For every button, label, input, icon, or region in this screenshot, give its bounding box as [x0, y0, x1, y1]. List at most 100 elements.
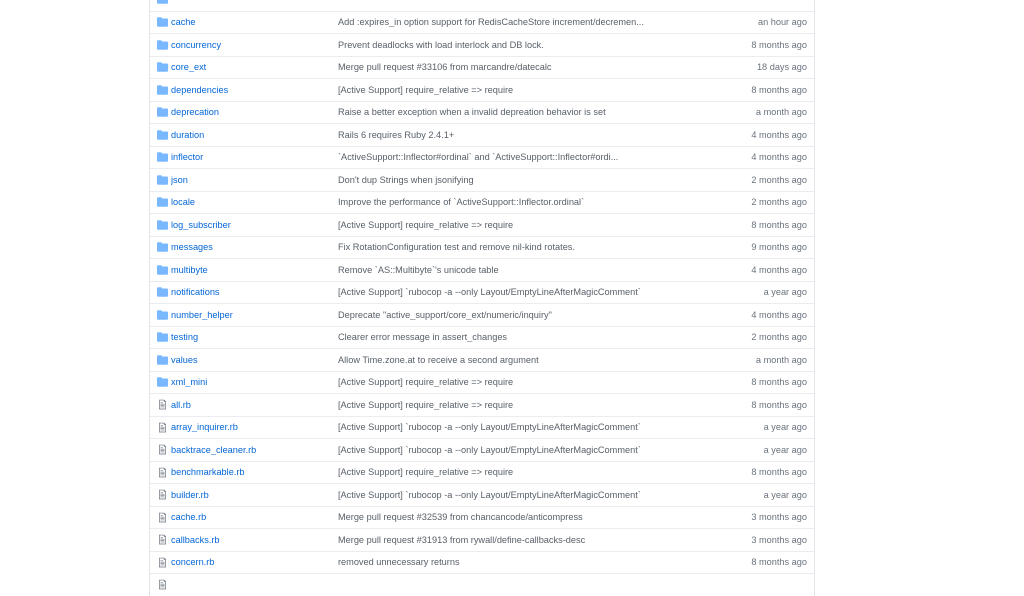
folder-icon — [157, 174, 168, 185]
entry-name-link[interactable]: locale — [171, 197, 338, 207]
entry-name-link[interactable]: inflector — [171, 152, 338, 162]
commit-age: 9 months ago — [751, 242, 807, 253]
file-icon — [157, 557, 168, 568]
commit-message-link[interactable]: `ActiveSupport::Inflector#ordinal` and `… — [338, 152, 728, 162]
commit-message-link[interactable]: Add :expires_in option support for Redis… — [338, 17, 728, 27]
entry-name-link[interactable]: callbacks.rb — [171, 535, 338, 545]
directory-row[interactable]: number_helper Deprecate "active_support/c… — [150, 303, 814, 326]
file-icon — [157, 579, 168, 590]
directory-row[interactable]: values Allow Time.zone.at to receive a se… — [150, 348, 814, 371]
directory-row[interactable]: concurrency Prevent deadlocks with load i… — [150, 33, 814, 56]
commit-message-link[interactable]: Prevent deadlocks with load interlock an… — [338, 40, 728, 50]
file-icon — [157, 512, 168, 523]
entry-name-link[interactable]: backtrace_cleaner.rb — [171, 445, 338, 455]
directory-row[interactable]: core_ext Merge pull request #33106 from m… — [150, 55, 814, 79]
commit-message-link[interactable]: Deprecate "active_support/core_ext/numer… — [338, 310, 728, 320]
entry-name-link[interactable]: json — [171, 175, 338, 185]
directory-row[interactable]: locale Improve the performance of `Active… — [150, 190, 814, 214]
directory-row[interactable] — [150, 0, 814, 11]
directory-row[interactable]: inflector `ActiveSupport::Inflector#ordin… — [150, 145, 814, 169]
file-row[interactable]: all.rb [Active Support] require_relative … — [150, 393, 814, 416]
file-row[interactable]: backtrace_cleaner.rb [Active Support] `ru… — [150, 438, 814, 461]
folder-icon — [157, 84, 168, 95]
directory-row[interactable]: testing Clearer error message in assert_c… — [150, 325, 814, 349]
file-row[interactable]: callbacks.rb Merge pull request #31913 fr… — [150, 528, 814, 551]
commit-age: a month ago — [755, 107, 807, 118]
directory-row[interactable]: messages Fix RotationConfiguration test a… — [150, 235, 814, 259]
folder-icon — [157, 242, 168, 253]
folder-icon — [157, 62, 168, 73]
directory-row[interactable]: xml_mini [Active Support] require_relativ… — [150, 370, 814, 394]
commit-message-link[interactable]: Raise a better exception when a invalid … — [338, 107, 728, 117]
entry-name-link[interactable]: concurrency — [171, 40, 338, 50]
commit-message-link[interactable]: Clearer error message in assert_changes — [338, 332, 728, 342]
directory-row[interactable]: json Don't dup Strings when jsonifying 2 m… — [150, 168, 814, 191]
commit-message-link[interactable]: [Active Support] require_relative => req… — [338, 220, 728, 230]
commit-message-link[interactable]: [Active Support] `rubocop -a --only Layo… — [338, 445, 728, 455]
entry-name-link[interactable]: deprecation — [171, 107, 338, 117]
entry-name-link[interactable]: dependencies — [171, 85, 338, 95]
folder-icon — [157, 39, 168, 50]
commit-message-link[interactable]: Rails 6 requires Ruby 2.4.1+ — [338, 130, 728, 140]
commit-message-link[interactable]: [Active Support] `rubocop -a --only Layo… — [338, 490, 728, 500]
file-icon — [157, 467, 168, 478]
folder-icon — [157, 152, 168, 163]
entry-name-link[interactable]: core_ext — [171, 62, 338, 72]
directory-row[interactable]: log_subscriber [Active Support] require_r… — [150, 213, 814, 236]
directory-row[interactable]: multibyte Remove `AS::Multibyte`'s unicod… — [150, 258, 814, 281]
entry-name-link[interactable]: messages — [171, 242, 338, 252]
entry-name-link[interactable]: builder.rb — [171, 490, 338, 500]
folder-icon — [157, 287, 168, 298]
commit-message-link[interactable]: Merge pull request #33106 from marcandre… — [338, 62, 728, 72]
entry-name-link[interactable]: number_helper — [171, 310, 338, 320]
commit-age: 3 months ago — [751, 512, 807, 523]
entry-name-link[interactable]: all.rb — [171, 400, 338, 410]
file-row[interactable]: benchmarkable.rb [Active Support] require… — [150, 460, 814, 484]
commit-message-link[interactable]: removed unnecessary returns — [338, 557, 728, 567]
commit-message-link[interactable]: Merge pull request #32539 from chancanco… — [338, 512, 728, 522]
commit-message-link[interactable]: Allow Time.zone.at to receive a second a… — [338, 355, 728, 365]
file-row[interactable]: builder.rb [Active Support] `rubocop -a -… — [150, 483, 814, 506]
entry-name-link[interactable]: benchmarkable.rb — [171, 467, 338, 477]
directory-row[interactable]: notifications [Active Support] `rubocop -… — [150, 280, 814, 304]
directory-row[interactable]: dependencies [Active Support] require_rel… — [150, 78, 814, 101]
entry-name-link[interactable]: values — [171, 355, 338, 365]
file-icon — [157, 444, 168, 455]
entry-name-link[interactable]: log_subscriber — [171, 220, 338, 230]
entry-name-link[interactable]: array_inquirer.rb — [171, 422, 338, 432]
commit-message-link[interactable]: [Active Support] `rubocop -a --only Layo… — [338, 422, 728, 432]
commit-age: an hour ago — [757, 17, 807, 28]
file-row[interactable] — [150, 573, 814, 596]
commit-age: a year ago — [763, 444, 807, 455]
commit-message-link[interactable]: Improve the performance of `ActiveSuppor… — [338, 197, 728, 207]
file-row[interactable]: array_inquirer.rb [Active Support] `ruboc… — [150, 415, 814, 439]
commit-message-link[interactable]: Remove `AS::Multibyte`'s unicode table — [338, 265, 728, 275]
commit-age: a year ago — [763, 422, 807, 433]
directory-row[interactable]: deprecation Raise a better exception when… — [150, 100, 814, 124]
file-row[interactable]: concern.rb removed unnecessary returns 8 m… — [150, 550, 814, 574]
commit-age: 2 months ago — [751, 332, 807, 343]
entry-name-link[interactable]: xml_mini — [171, 377, 338, 387]
commit-message-link[interactable]: [Active Support] require_relative => req… — [338, 400, 728, 410]
entry-name-link[interactable]: cache.rb — [171, 512, 338, 522]
entry-name-link[interactable]: multibyte — [171, 265, 338, 275]
file-icon — [157, 489, 168, 500]
commit-message-link[interactable]: Don't dup Strings when jsonifying — [338, 175, 728, 185]
commit-age: 2 months ago — [751, 174, 807, 185]
commit-message-link[interactable]: [Active Support] require_relative => req… — [338, 377, 728, 387]
directory-row[interactable]: duration Rails 6 requires Ruby 2.4.1+ 4 mo… — [150, 123, 814, 146]
entry-name-link[interactable]: concern.rb — [171, 557, 338, 567]
entry-name-link[interactable]: duration — [171, 130, 338, 140]
commit-message-link[interactable]: Merge pull request #31913 from rywall/de… — [338, 535, 728, 545]
commit-age: 4 months ago — [751, 152, 807, 163]
file-row[interactable]: cache.rb Merge pull request #32539 from c… — [150, 505, 814, 529]
entry-name-link[interactable]: testing — [171, 332, 338, 342]
commit-message-link[interactable]: Fix RotationConfiguration test and remov… — [338, 242, 728, 252]
folder-icon — [157, 354, 168, 365]
directory-row[interactable]: cache Add :expires_in option support for … — [150, 10, 814, 34]
entry-name-link[interactable]: cache — [171, 17, 338, 27]
entry-name-link[interactable]: notifications — [171, 287, 338, 297]
commit-message-link[interactable]: [Active Support] require_relative => req… — [338, 467, 728, 477]
commit-message-link[interactable]: [Active Support] require_relative => req… — [338, 85, 728, 95]
commit-message-link[interactable]: [Active Support] `rubocop -a --only Layo… — [338, 287, 728, 297]
